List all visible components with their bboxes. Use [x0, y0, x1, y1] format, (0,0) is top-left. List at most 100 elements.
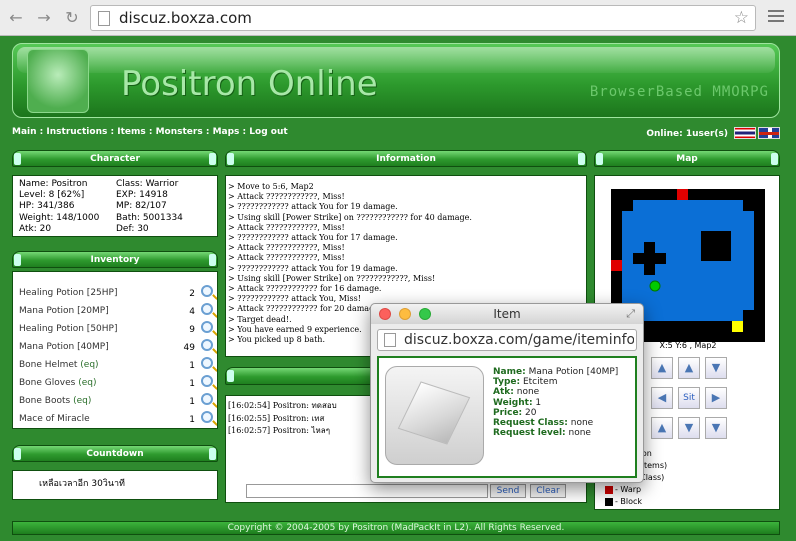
- warp-tile: [611, 260, 622, 271]
- magnifier-icon[interactable]: [201, 393, 213, 405]
- star-icon[interactable]: ☆: [734, 8, 749, 28]
- movement-pad: ▲ ▲ ▼ ◀ Sit ▶ ▲ ▼ ▼: [647, 353, 733, 466]
- warp-swatch: [605, 485, 613, 494]
- magnifier-icon[interactable]: [201, 375, 213, 387]
- countdown-text: เหลือเวลาอีก 30วินาที: [39, 479, 125, 489]
- item-class-row: Request Class: none: [493, 418, 594, 429]
- inventory-item[interactable]: Bone Helmet (eq) 1: [13, 356, 217, 374]
- nav-logout[interactable]: Log out: [249, 127, 287, 137]
- magnifier-icon[interactable]: [201, 411, 213, 423]
- char-hp: HP: 341/386: [19, 201, 75, 211]
- forward-arrow-icon[interactable]: →: [34, 8, 54, 27]
- inventory-item[interactable]: Bone Gloves (eq) 1: [13, 374, 217, 392]
- char-class: Class: Warrior: [116, 179, 179, 189]
- fullscreen-icon[interactable]: ⤢: [626, 307, 635, 321]
- item-name[interactable]: Healing Potion [25HP]: [19, 288, 117, 298]
- block-tile: [611, 189, 633, 200]
- gem-icon: [397, 381, 471, 445]
- item-name[interactable]: Bone Helmet (eq): [19, 360, 99, 370]
- magnifier-icon[interactable]: [201, 357, 213, 369]
- magnifier-icon[interactable]: [201, 339, 213, 351]
- item-qty: 9: [189, 325, 195, 335]
- magnifier-icon[interactable]: [201, 285, 213, 297]
- inventory-item[interactable]: Bone Boots (eq) 1: [13, 392, 217, 410]
- move-up-button[interactable]: ▲: [678, 357, 700, 379]
- move-right-button[interactable]: ▶: [705, 387, 727, 409]
- hamburger-menu-icon[interactable]: [768, 10, 784, 24]
- item-qty: 1: [189, 361, 195, 371]
- character-panel: Name: Positron Class: Warrior Level: 8 […: [12, 175, 218, 237]
- browser-toolbar: ← → ↻ discuz.boxza.com ☆: [0, 0, 796, 36]
- nav-monsters[interactable]: Monsters: [156, 127, 203, 137]
- magnifier-icon[interactable]: [201, 321, 213, 333]
- thai-flag-icon[interactable]: [734, 127, 756, 139]
- item-type-row: Type: Etcitem: [493, 377, 558, 388]
- block-tile: [633, 253, 666, 264]
- uk-flag-icon[interactable]: [758, 127, 780, 139]
- sit-button[interactable]: Sit: [678, 387, 700, 409]
- inventory-item[interactable]: Healing Potion [25HP] 2: [13, 284, 217, 302]
- item-name[interactable]: Mana Potion [40MP]: [19, 342, 109, 352]
- block-tile: [622, 200, 633, 211]
- player-marker: [649, 280, 661, 292]
- nav-maps[interactable]: Maps: [213, 127, 240, 137]
- char-atk: Atk: 20: [19, 224, 52, 234]
- log-line: > ???????????? attack You for 19 damage.: [228, 202, 398, 212]
- reload-icon[interactable]: ↻: [62, 8, 82, 27]
- log-line: > Move to 5:6, Map2: [228, 182, 314, 191]
- char-mp: MP: 82/107: [116, 201, 167, 211]
- item-level-row: Request level: none: [493, 428, 591, 439]
- log-line: > Attack ????????????, Miss!: [228, 192, 345, 202]
- move-down-button[interactable]: ▼: [678, 417, 700, 439]
- inventory-item[interactable]: Mace of Miracle 1: [13, 410, 217, 428]
- move-left-button[interactable]: ◀: [651, 387, 673, 409]
- page-icon: [98, 11, 110, 26]
- nav-instructions[interactable]: Instructions: [46, 127, 107, 137]
- chat-input[interactable]: [246, 484, 488, 498]
- send-button[interactable]: Send: [490, 484, 526, 498]
- item-name[interactable]: Healing Potion [50HP]: [19, 324, 117, 334]
- inventory-item[interactable]: Mana Potion [20MP] 4: [13, 302, 217, 320]
- item-price-row: Price: 20: [493, 407, 537, 418]
- item-qty: 2: [189, 289, 195, 299]
- character-logo: [27, 49, 89, 113]
- address-bar[interactable]: discuz.boxza.com ☆: [90, 5, 756, 31]
- item-name[interactable]: Mana Potion [20MP]: [19, 306, 109, 316]
- log-line: > Attack ????????????, Miss!: [228, 222, 345, 232]
- popup-address-bar[interactable]: discuz.boxza.com/game/iteminfo....: [377, 329, 637, 351]
- item-name[interactable]: Bone Gloves (eq): [19, 378, 96, 388]
- magnifier-icon[interactable]: [201, 303, 213, 315]
- page-icon: [384, 333, 396, 347]
- clear-button[interactable]: Clear: [530, 484, 566, 498]
- move-down-right-button[interactable]: ▼: [705, 417, 727, 439]
- warp-tile: [677, 189, 688, 200]
- move-up-right-button[interactable]: ▼: [705, 357, 727, 379]
- log-line: > Using skill [Power Strike] on ????????…: [228, 212, 472, 222]
- online-count: Online: 1user(s): [646, 129, 728, 139]
- move-down-left-button[interactable]: ▲: [651, 417, 673, 439]
- address-text: discuz.boxza.com: [119, 9, 252, 27]
- log-line: > Attack ????????????, Miss!: [228, 243, 345, 253]
- main-nav: Main : Instructions : Items : Monsters :…: [12, 127, 782, 141]
- char-def: Def: 30: [116, 224, 149, 234]
- char-name: Name: Positron: [19, 179, 88, 189]
- block-tile: [743, 189, 765, 200]
- nav-main[interactable]: Main: [12, 127, 37, 137]
- popup-title: Item: [493, 307, 521, 321]
- item-qty: 4: [189, 307, 195, 317]
- log-line: > ???????????? attack You for 19 damage.: [228, 263, 398, 273]
- item-name[interactable]: Bone Boots (eq): [19, 396, 91, 406]
- inventory-item[interactable]: Healing Potion [50HP] 9: [13, 320, 217, 338]
- log-line: > ???????????? attack You for 17 damage.: [228, 233, 398, 243]
- char-bath: Bath: 5001334: [116, 213, 183, 223]
- countdown-header: Countdown: [12, 445, 218, 462]
- char-weight: Weight: 148/1000: [19, 213, 100, 223]
- inventory-item[interactable]: Mana Potion [40MP] 49: [13, 338, 217, 356]
- char-exp: EXP: 14918: [116, 190, 168, 200]
- footer: Copyright © 2004-2005 by Positron (MadPa…: [12, 521, 780, 535]
- item-name[interactable]: Mace of Miracle: [19, 414, 90, 424]
- nav-items[interactable]: Items: [117, 127, 146, 137]
- block-swatch: [605, 497, 613, 506]
- move-up-left-button[interactable]: ▲: [651, 357, 673, 379]
- back-arrow-icon[interactable]: ←: [6, 8, 26, 27]
